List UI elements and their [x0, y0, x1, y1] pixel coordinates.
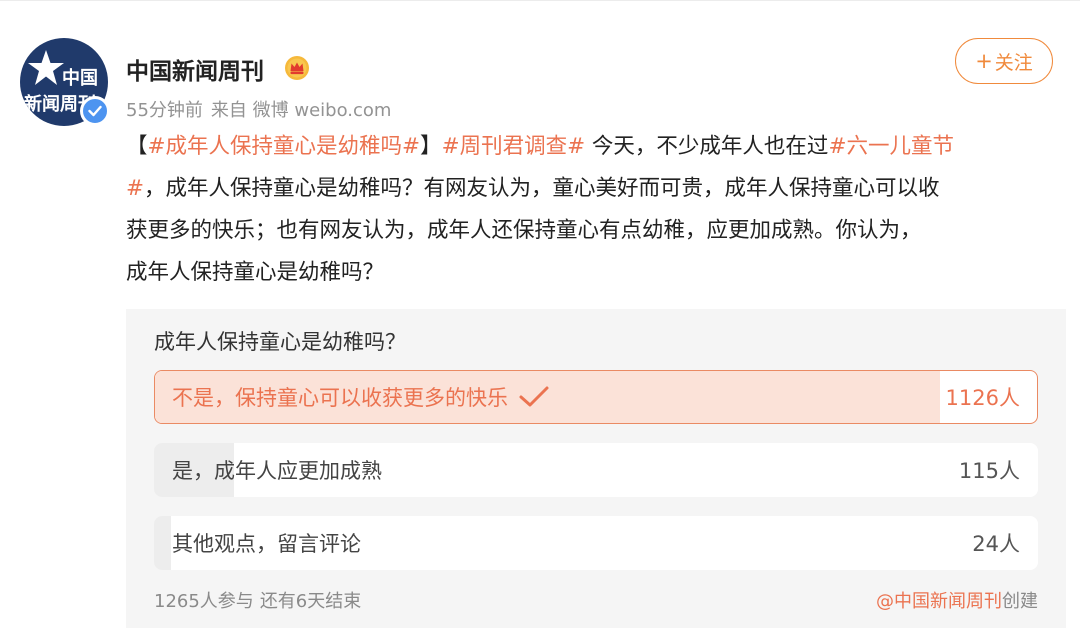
poll-option[interactable]: 其他观点，留言评论 24人 — [154, 516, 1038, 570]
plus-icon: + — [975, 49, 993, 73]
star-icon — [28, 50, 64, 85]
hashtag-link[interactable]: #周刊君调查# — [442, 134, 586, 159]
poll-stats: 1265人参与 还有6天结束 — [154, 587, 367, 613]
creator-suffix: 创建 — [1002, 591, 1038, 612]
bracket-close: 】 — [420, 134, 442, 159]
follow-button[interactable]: + 关注 — [955, 38, 1053, 84]
post-source[interactable]: 来自 微博 weibo.com — [211, 100, 392, 121]
creator-link[interactable]: @中国新闻周刊 — [876, 591, 1002, 612]
post-time: 55分钟前 — [126, 100, 203, 121]
poll-creator: @中国新闻周刊创建 — [876, 587, 1038, 613]
poll-remaining: 还有6天结束 — [259, 591, 362, 612]
avatar-text-line1: 中国 — [62, 68, 98, 89]
user-name[interactable]: 中国新闻周刊 — [126, 52, 264, 86]
poll-question: 成年人保持童心是幼稚吗？ — [154, 330, 406, 354]
poll-option[interactable]: 不是，保持童心可以收获更多的快乐 1126人 — [154, 370, 1038, 424]
poll-option-count: 24人 — [972, 532, 1020, 556]
post-meta: 55分钟前 来自 微博 weibo.com — [126, 96, 399, 122]
post-line-3: 获更多的快乐；也有网友认为，成年人还保持童心有点幼稚，应更加成熟。你认为， — [126, 218, 922, 243]
hashtag-link[interactable]: # — [126, 176, 144, 201]
post-text-segment: 今天，不少成年人也在过 — [585, 134, 829, 159]
hashtag-link[interactable]: #成年人保持童心是幼稚吗# — [148, 134, 421, 159]
poll-option-count: 115人 — [958, 459, 1020, 483]
post-text-segment: ，成年人保持童心是幼稚吗？有网友认为，童心美好而可贵，成年人保持童心可以收 — [144, 176, 940, 201]
poll-option-text: 不是，保持童心可以收获更多的快乐 — [172, 386, 508, 410]
post-line-1: 【#成年人保持童心是幼稚吗#】#周刊君调查# 今天，不少成年人也在过#六一儿童节 — [126, 126, 1066, 168]
post-line-2: #，成年人保持童心是幼稚吗？有网友认为，童心美好而可贵，成年人保持童心可以收 — [126, 168, 1066, 210]
poll-option-count: 1126人 — [945, 386, 1020, 410]
top-divider — [0, 0, 1080, 1]
crown-icon[interactable] — [283, 54, 311, 82]
poll-participants: 1265人参与 — [154, 591, 254, 612]
post-text: 【#成年人保持童心是幼稚吗#】#周刊君调查# 今天，不少成年人也在过#六一儿童节… — [126, 126, 1066, 294]
verified-icon — [80, 96, 110, 126]
hashtag-link[interactable]: #六一儿童节 — [828, 134, 954, 159]
check-icon — [519, 386, 549, 407]
post-line-4: 成年人保持童心是幼稚吗？ — [126, 260, 385, 285]
follow-label: 关注 — [994, 51, 1033, 74]
bracket-open: 【 — [126, 134, 148, 159]
poll-option-label: 不是，保持童心可以收获更多的快乐 — [172, 371, 550, 423]
poll-option-label: 是，成年人应更加成熟 — [172, 459, 382, 483]
poll-option[interactable]: 是，成年人应更加成熟 115人 — [154, 443, 1038, 497]
poll-option-fill — [154, 516, 171, 570]
poll-card: 成年人保持童心是幼稚吗？ 不是，保持童心可以收获更多的快乐 1126人 是，成年… — [126, 309, 1066, 628]
poll-option-label: 其他观点，留言评论 — [172, 532, 361, 556]
